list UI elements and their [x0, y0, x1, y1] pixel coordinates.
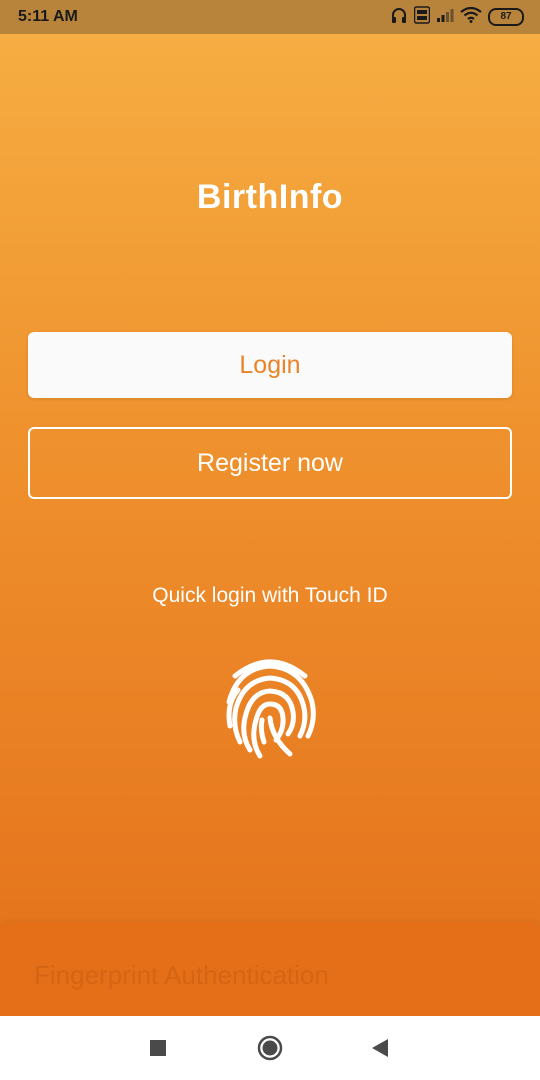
back-triangle-icon[interactable] — [366, 1034, 394, 1062]
battery-icon: 87 — [488, 8, 524, 26]
fingerprint-sheet[interactable]: Fingerprint Authentication — [0, 922, 540, 1016]
login-button[interactable]: Login — [28, 332, 512, 398]
recents-square-icon[interactable] — [144, 1034, 172, 1062]
home-circle-icon[interactable] — [256, 1034, 284, 1062]
signal-icon — [436, 7, 454, 28]
app-background: BirthInfo Login Register now Quick login… — [0, 34, 540, 1016]
screen: 5:11 AM 87 BirthInfo Login Register now … — [0, 0, 540, 1080]
register-button[interactable]: Register now — [28, 427, 512, 499]
status-icons: 87 — [390, 5, 524, 29]
fingerprint-sheet-title: Fingerprint Authentication — [34, 960, 329, 990]
wifi-icon — [460, 6, 482, 28]
fingerprint-icon[interactable] — [220, 654, 320, 764]
volte-icon — [413, 5, 431, 29]
quick-login-text: Quick login with Touch ID — [152, 584, 388, 607]
app-title: BirthInfo — [196, 178, 344, 216]
status-bar: 5:11 AM 87 — [0, 0, 540, 34]
status-time: 5:11 AM — [18, 8, 78, 25]
navigation-bar — [0, 1016, 540, 1080]
headphones-icon — [390, 6, 408, 29]
